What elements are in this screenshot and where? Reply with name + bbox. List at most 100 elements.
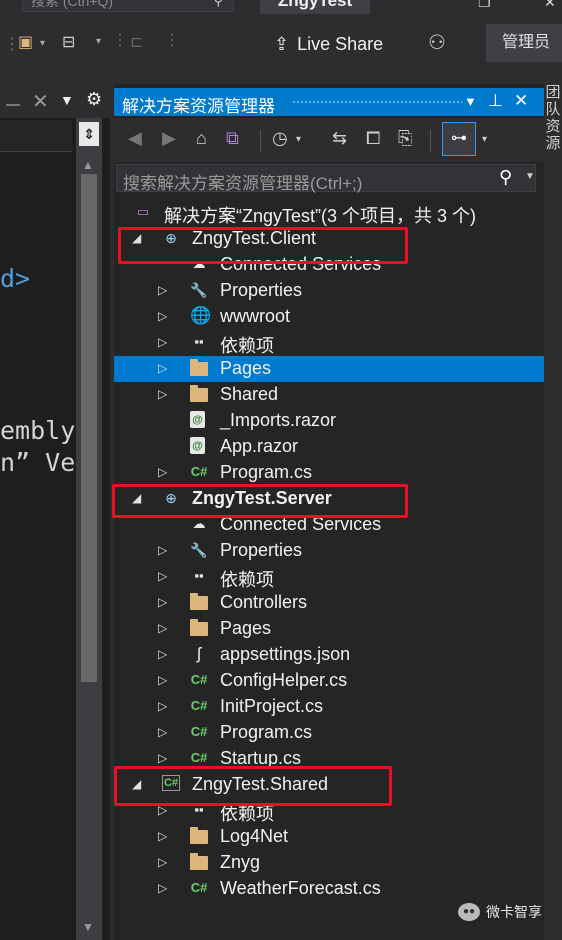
tree-row[interactable]: ▷ 🌐 wwwroot: [114, 304, 544, 330]
scroll-up-icon[interactable]: ▲: [82, 158, 94, 172]
expand-arrow-icon[interactable]: ▷: [158, 751, 167, 765]
expand-arrow-icon[interactable]: ▷: [158, 881, 167, 895]
tree-row[interactable]: ▷ 🔧 Properties: [114, 278, 544, 304]
tree-row[interactable]: ▷ Shared: [114, 382, 544, 408]
expand-arrow-icon[interactable]: ▷: [158, 699, 167, 713]
expand-arrow-icon[interactable]: ▷: [158, 387, 167, 401]
tree-item-label: Znyg: [220, 852, 261, 872]
sync-active-document-icon[interactable]: ⇆: [332, 128, 347, 149]
tree-row[interactable]: ▷ 🔧 Properties: [114, 538, 544, 564]
team-explorer-tab[interactable]: 团队资源: [544, 84, 562, 152]
tree-item-label: InitProject.cs: [220, 696, 324, 716]
solution-title: ZngyTest: [260, 0, 370, 14]
expand-arrow-icon[interactable]: ▷: [158, 543, 167, 557]
toolbar-grip3-icon: ⋮: [164, 32, 180, 49]
tree-item-label: ConfigHelper.cs: [220, 670, 348, 690]
split-editor-icon[interactable]: ⇕: [79, 122, 99, 146]
navigation-bar[interactable]: [0, 120, 72, 152]
expand-arrow-icon[interactable]: ▷: [158, 569, 167, 583]
search-placeholder: 搜索解决方案资源管理器(Ctrl+;): [123, 174, 363, 193]
tree-row[interactable]: ▷ ʃ appsettings.json: [114, 642, 544, 668]
tree-row[interactable]: @ _Imports.razor: [114, 408, 544, 434]
quick-launch-search[interactable]: 搜索 (Ctrl+Q) ⚲: [22, 0, 234, 12]
tree-row[interactable]: @ App.razor: [114, 434, 544, 460]
search-icon[interactable]: ⚲: [213, 0, 223, 11]
pin-icon[interactable]: [6, 94, 20, 106]
show-all-files-icon[interactable]: ⎘: [398, 128, 412, 149]
feedback-icon[interactable]: ⚇: [428, 30, 446, 55]
tree-row[interactable]: ▷ C# Program.cs: [114, 720, 544, 746]
folder-icon: [190, 359, 208, 376]
auto-hide-pin-icon[interactable]: ⊥: [488, 91, 503, 111]
expand-arrow-icon[interactable]: ▷: [158, 621, 167, 635]
tree-row[interactable]: ▷ C# ConfigHelper.cs: [114, 668, 544, 694]
toolbar-overflow-icon[interactable]: ▾: [40, 38, 45, 49]
csharp-file-icon: C#: [190, 724, 208, 739]
switch-views-icon[interactable]: ⧉: [226, 128, 239, 149]
code-line-1[interactable]: d>: [0, 264, 30, 293]
expand-arrow-icon[interactable]: ▷: [158, 361, 167, 375]
live-share-button[interactable]: ⇪ Live Share: [274, 34, 383, 55]
back-icon[interactable]: ◀: [128, 128, 142, 149]
tree-row[interactable]: ▷ Controllers: [114, 590, 544, 616]
tree-row[interactable]: ▷ ▪▪ 依赖项: [114, 330, 544, 356]
search-options-icon[interactable]: ▼: [525, 171, 535, 182]
quick-launch-placeholder: 搜索 (Ctrl+Q): [31, 0, 114, 9]
expand-arrow-icon[interactable]: ▷: [158, 283, 167, 297]
forward-icon[interactable]: ▶: [162, 128, 176, 149]
layout-icon[interactable]: ⊏: [130, 32, 143, 52]
tree-item-label: Shared: [220, 384, 279, 404]
tree-row[interactable]: ▭ 解决方案“ZngyTest”(3 个项目，共 3 个): [114, 200, 544, 226]
view-dropdown-icon[interactable]: ▾: [96, 36, 101, 47]
scrollbar-thumb[interactable]: [81, 174, 97, 682]
globe-icon: 🌐: [190, 306, 212, 325]
admin-badge: 管理员: [486, 24, 562, 62]
expand-arrow-icon[interactable]: ▷: [158, 829, 167, 843]
tree-row[interactable]: ▷ C# WeatherForecast.cs: [114, 876, 544, 902]
expand-arrow-icon[interactable]: ▷: [158, 725, 167, 739]
solution-explorer-search[interactable]: 搜索解决方案资源管理器(Ctrl+;) ⚲ ▼: [116, 164, 536, 193]
properties-view-toggle[interactable]: ⊶: [442, 122, 476, 156]
tree-row[interactable]: ▷ C# Program.cs: [114, 460, 544, 486]
scroll-down-icon[interactable]: ▼: [82, 920, 94, 934]
tree-row[interactable]: ▷ Log4Net: [114, 824, 544, 850]
filter-dropdown-icon[interactable]: ▾: [296, 134, 301, 145]
folder-icon: [190, 593, 208, 610]
expand-arrow-icon[interactable]: ▷: [158, 335, 167, 349]
tree-row[interactable]: ▷ Pages: [114, 356, 544, 382]
csharp-file-icon: C#: [190, 698, 208, 713]
close-tab-icon[interactable]: ✕: [32, 89, 49, 114]
restore-window-icon[interactable]: ❐: [478, 0, 491, 11]
home-icon[interactable]: ⌂: [196, 128, 207, 149]
close-panel-icon[interactable]: ✕: [514, 91, 528, 111]
pending-changes-filter-icon[interactable]: ◷: [272, 128, 288, 149]
tree-row[interactable]: ▷ C# InitProject.cs: [114, 694, 544, 720]
close-window-icon[interactable]: ✕: [544, 0, 556, 11]
solution-explorer-header[interactable]: 解决方案资源管理器 ▼ ⊥ ✕: [114, 88, 544, 116]
expand-arrow-icon[interactable]: ▷: [158, 309, 167, 323]
tree-item-label: Controllers: [220, 592, 308, 612]
razor-file-icon: @: [190, 437, 205, 454]
expand-arrow-icon[interactable]: ▷: [158, 855, 167, 869]
window-menu-icon[interactable]: ▼: [464, 94, 477, 109]
expand-arrow-icon[interactable]: ▷: [158, 647, 167, 661]
gear-icon[interactable]: ⚙: [86, 89, 102, 110]
folder-icon: [190, 827, 208, 844]
tree-item-label: Program.cs: [220, 462, 313, 482]
search-icon[interactable]: ⚲: [499, 167, 512, 188]
main-toolbar: ⋮ ▣ ▾ ⊟ ▾ ⋮ ⊏ ⋮ ⇪ Live Share ⚇ 管理员: [0, 14, 562, 84]
expand-arrow-icon[interactable]: ▷: [158, 465, 167, 479]
expand-arrow-icon[interactable]: ▷: [158, 673, 167, 687]
expand-arrow-icon[interactable]: ▷: [158, 595, 167, 609]
tree-row[interactable]: ▷ Znyg: [114, 850, 544, 876]
find-in-files-icon[interactable]: ▣: [18, 32, 33, 52]
panel-drag-grip[interactable]: [292, 100, 462, 105]
solution-icon: ▭: [136, 204, 150, 219]
toggle-view-icon[interactable]: ⊟: [62, 32, 75, 52]
properties-dropdown-icon[interactable]: ▾: [482, 134, 487, 145]
tree-row[interactable]: ▷ Pages: [114, 616, 544, 642]
tree-row[interactable]: ▷ ▪▪ 依赖项: [114, 564, 544, 590]
tab-dropdown-icon[interactable]: ▼: [60, 92, 74, 108]
collapse-all-icon[interactable]: ⧠: [366, 128, 380, 149]
editor-scrollbar[interactable]: ⇕ ▲ ▼: [76, 118, 102, 940]
